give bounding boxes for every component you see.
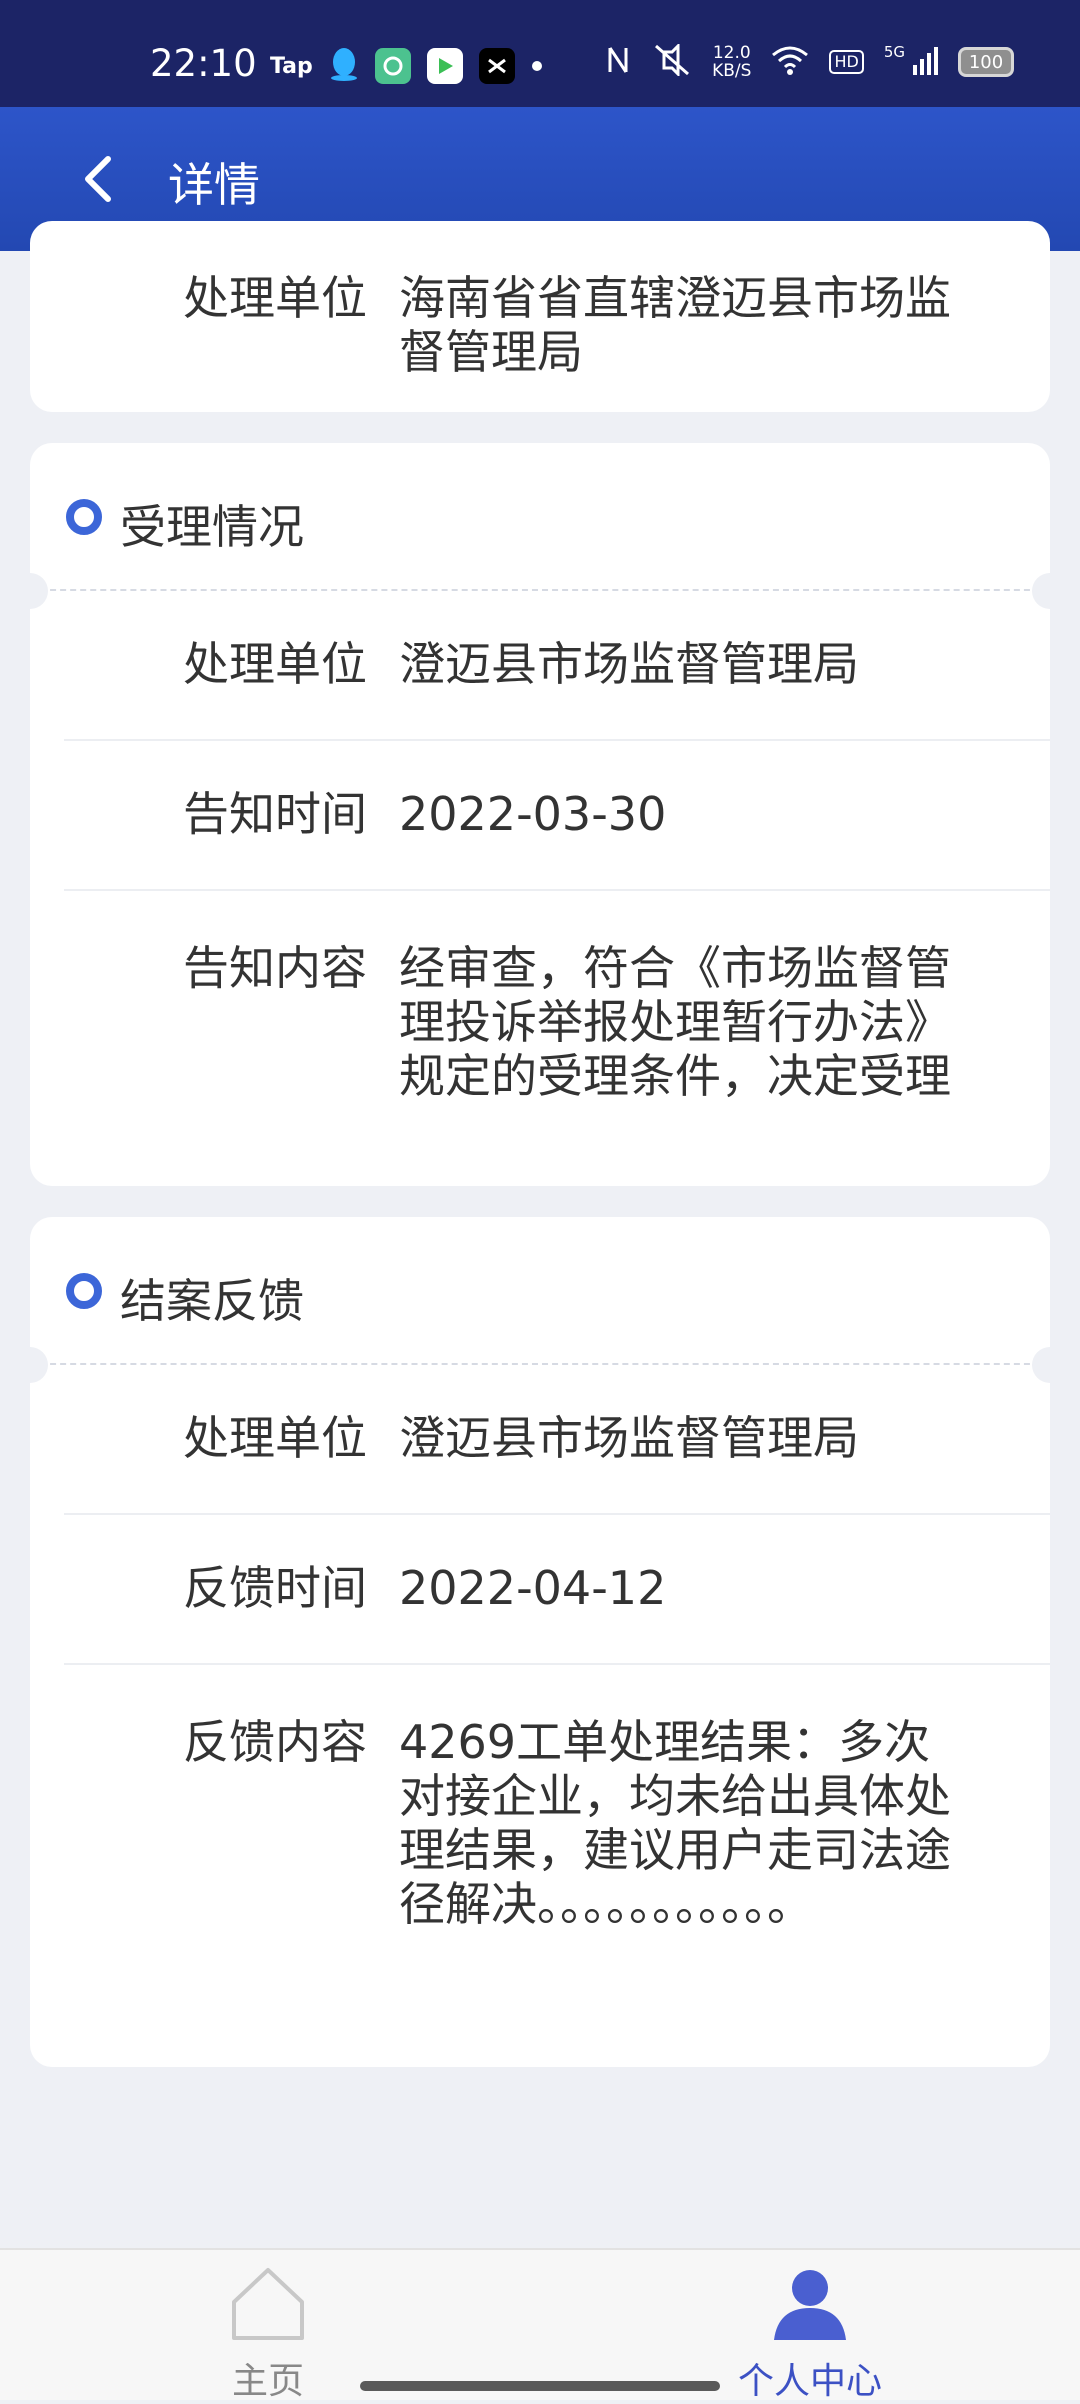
qq-icon	[329, 46, 359, 86]
nav-home-label: 主页	[231, 2361, 304, 2402]
status-time: 22:10	[150, 42, 257, 85]
user-icon	[774, 2270, 846, 2340]
row-label: 处理单位	[183, 637, 367, 691]
taptap-icon: Tap	[270, 53, 313, 79]
system-indicators: 12.0 KB/S HD 5G 100	[604, 42, 1014, 80]
acceptance-card: 受理情况 处理单位 澄迈县市场监督管理局 告知时间 2022-03-30 告知内…	[12, 443, 1068, 1186]
row-value: 4269工单处理结果：多次对接企业，均未给出具体处理结果，建议用户走司法途径解决…	[399, 1715, 951, 1931]
network-speed: 12.0 KB/S	[712, 44, 751, 80]
section-dot-icon	[66, 1273, 102, 1309]
section-title: 受理情况	[120, 500, 304, 554]
section-header: 结案反馈	[12, 1217, 1068, 1383]
bottom-nav: 主页 个人中心	[0, 2248, 1080, 2402]
network-speed-value: 12.0	[712, 43, 751, 63]
section-header: 受理情况	[12, 443, 1068, 609]
section-dot-icon	[66, 499, 102, 535]
complaint-info-card: 处理单位 海南省省直辖澄迈县市场监督管理局	[30, 221, 1050, 412]
chat-app-icon	[374, 48, 411, 84]
signal-label: 5G	[883, 42, 905, 61]
row-label: 反馈内容	[183, 1715, 367, 1769]
row-label: 处理单位	[183, 271, 367, 325]
detail-row: 反馈时间 2022-04-12	[30, 1515, 1050, 1665]
wifi-icon	[771, 45, 809, 79]
row-value: 澄迈县市场监督管理局	[399, 1411, 859, 1465]
status-bar: 22:10 Tap 12.0 KB/S HD 5G 100	[0, 0, 1080, 107]
row-label: 告知内容	[183, 941, 367, 995]
row-label: 告知时间	[183, 787, 367, 841]
nav-personal-center[interactable]: 个人中心	[710, 2266, 910, 2404]
dot-icon	[531, 57, 543, 76]
battery-icon: 100	[958, 47, 1014, 77]
row-label: 反馈时间	[183, 1561, 367, 1615]
row-value: 2022-04-12	[399, 1561, 667, 1615]
home-icon	[232, 2268, 304, 2340]
detail-row: 处理单位 澄迈县市场监督管理局	[30, 591, 1050, 741]
mute-icon	[652, 42, 692, 80]
closure-feedback-card: 结案反馈 处理单位 澄迈县市场监督管理局 反馈时间 2022-04-12 反馈内…	[12, 1217, 1068, 2067]
gesture-bar[interactable]	[360, 2381, 720, 2391]
nav-personal-center-label: 个人中心	[737, 2361, 882, 2402]
detail-row: 告知内容 经审查，符合《市场监督管理投诉举报处理暂行办法》规定的受理条件，决定受…	[30, 891, 1050, 1103]
nav-home[interactable]: 主页	[168, 2266, 368, 2404]
section-title: 结案反馈	[120, 1274, 304, 1328]
row-value: 海南省省直辖澄迈县市场监督管理局	[399, 271, 951, 379]
row-label: 处理单位	[183, 1411, 367, 1465]
detail-row: 处理单位 澄迈县市场监督管理局	[30, 1365, 1050, 1515]
signal-icon: 5G	[883, 42, 938, 80]
detail-row: 反馈内容 4269工单处理结果：多次对接企业，均未给出具体处理结果，建议用户走司…	[30, 1665, 1050, 1931]
row-value: 2022-03-30	[399, 787, 667, 841]
network-speed-unit: KB/S	[712, 61, 752, 81]
row-value: 经审查，符合《市场监督管理投诉举报处理暂行办法》规定的受理条件，决定受理	[399, 941, 951, 1103]
capcut-icon	[478, 48, 515, 84]
video-app-icon	[426, 48, 463, 84]
detail-row: 处理单位 海南省省直辖澄迈县市场监督管理局	[30, 221, 1050, 379]
detail-row: 告知时间 2022-03-30	[30, 741, 1050, 891]
row-value: 澄迈县市场监督管理局	[399, 637, 859, 691]
hd-icon: HD	[829, 50, 864, 74]
page-title: 详情	[168, 158, 260, 212]
back-button[interactable]	[72, 149, 132, 209]
chevron-left-icon	[85, 156, 111, 202]
notification-icons: Tap	[270, 46, 543, 86]
nfc-icon	[604, 44, 632, 80]
